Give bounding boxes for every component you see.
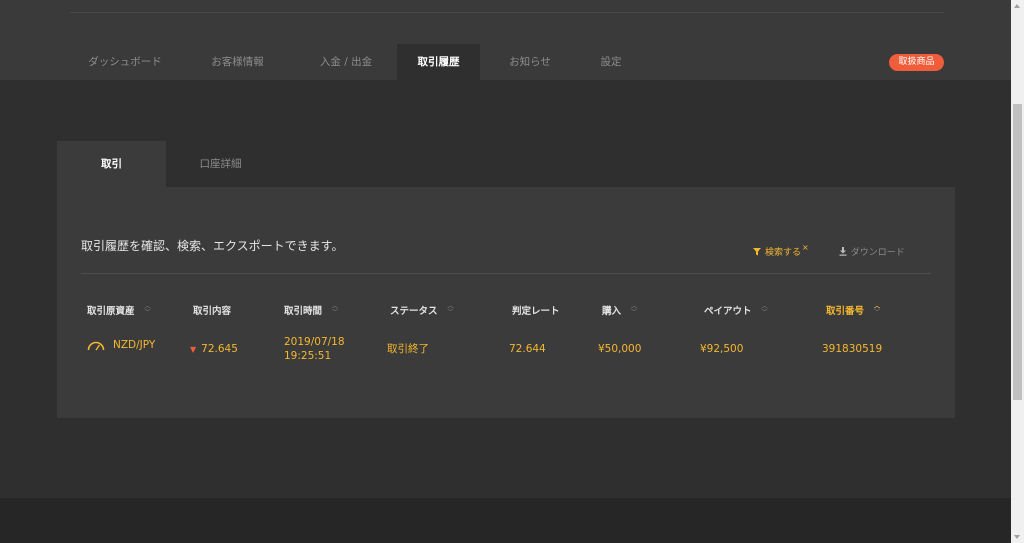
column-header-asset[interactable]: 取引原資産 ︿ ﹀: [87, 303, 151, 318]
sort-icon: ︿ ﹀: [874, 303, 881, 316]
nav-tab-deposit-withdraw[interactable]: 入金 / 出金: [295, 44, 397, 80]
cell-asset: NZD/JPY: [87, 338, 155, 352]
trade-history-panel: 取引履歴を確認、検索、エクスポートできます。 検索する × ダウンロード 取引原…: [57, 187, 955, 418]
sort-icon: ︿ ﹀: [761, 303, 768, 316]
cell-time: 2019/07/18 19:25:51: [284, 336, 345, 362]
column-header-rate: 判定レート: [512, 306, 560, 317]
panel-divider: [81, 273, 931, 274]
column-header-content: 取引内容: [193, 306, 232, 317]
products-button[interactable]: 取扱商品: [889, 54, 944, 71]
sort-icon: ︿ ﹀: [447, 303, 454, 316]
cell-status: 取引終了: [387, 343, 429, 355]
speedometer-icon: [87, 341, 105, 350]
page-footer: [0, 498, 1011, 543]
sort-icon: ︿ ﹀: [144, 303, 151, 316]
search-clear-icon[interactable]: ×: [802, 243, 809, 252]
sort-icon: ︿ ﹀: [631, 303, 638, 316]
filter-icon: [753, 247, 761, 255]
cell-content: ▼ 72.645: [190, 343, 238, 355]
top-navigation-bar: ダッシュボード お客様情報 入金 / 出金 取引履歴 お知らせ 設定 取扱商品: [0, 0, 1011, 80]
table-header: 取引原資産 ︿ ﹀ 取引内容 取引時間 ︿ ﹀ ステータス ︿ ﹀ 判定レート 購入 …: [57, 303, 955, 318]
scroll-up-icon[interactable]: [1014, 4, 1020, 8]
download-icon: [839, 247, 847, 256]
nav-tab-customer-info[interactable]: お客様情報: [180, 44, 295, 80]
column-header-payout[interactable]: ペイアウト ︿ ﹀: [704, 303, 768, 318]
nav-tab-dashboard[interactable]: ダッシュボード: [70, 44, 180, 80]
panel-tabs: 取引 口座詳細: [57, 141, 275, 187]
cell-purchase: ¥50,000: [598, 343, 642, 355]
scroll-down-icon[interactable]: [1014, 535, 1020, 539]
tab-trades[interactable]: 取引: [57, 141, 166, 187]
column-header-time[interactable]: 取引時間 ︿ ﹀: [284, 303, 339, 318]
sort-icon: ︿ ﹀: [332, 303, 339, 316]
column-header-purchase[interactable]: 購入 ︿ ﹀: [602, 303, 638, 318]
down-arrow-icon: ▼: [190, 345, 197, 354]
top-divider: [70, 12, 944, 13]
search-button[interactable]: 検索する ×: [753, 243, 809, 258]
scrollbar-thumb[interactable]: [1013, 104, 1022, 400]
column-header-trade-number[interactable]: 取引番号 ︿ ﹀: [826, 303, 881, 318]
search-label: 検索する: [765, 248, 802, 258]
column-header-status[interactable]: ステータス ︿ ﹀: [390, 303, 454, 318]
nav-tab-settings[interactable]: 設定: [580, 44, 642, 80]
nav-tab-trade-history[interactable]: 取引履歴: [397, 44, 480, 80]
panel-actions: 検索する × ダウンロード: [753, 243, 905, 258]
cell-payout: ¥92,500: [700, 343, 744, 355]
tab-account-details[interactable]: 口座詳細: [166, 141, 275, 187]
download-button[interactable]: ダウンロード: [839, 245, 905, 258]
download-label: ダウンロード: [850, 248, 905, 258]
main-nav-tabs: ダッシュボード お客様情報 入金 / 出金 取引履歴 お知らせ 設定: [70, 44, 642, 80]
vertical-scrollbar[interactable]: [1011, 0, 1024, 543]
panel-description: 取引履歴を確認、検索、エクスポートできます。: [81, 239, 344, 253]
cell-trade-number: 391830519: [822, 343, 883, 355]
cell-rate: 72.644: [509, 343, 546, 355]
table-row[interactable]: NZD/JPY ▼ 72.645 2019/07/18 19:25:51 取引終了…: [57, 333, 955, 369]
nav-tab-notices[interactable]: お知らせ: [480, 44, 580, 80]
